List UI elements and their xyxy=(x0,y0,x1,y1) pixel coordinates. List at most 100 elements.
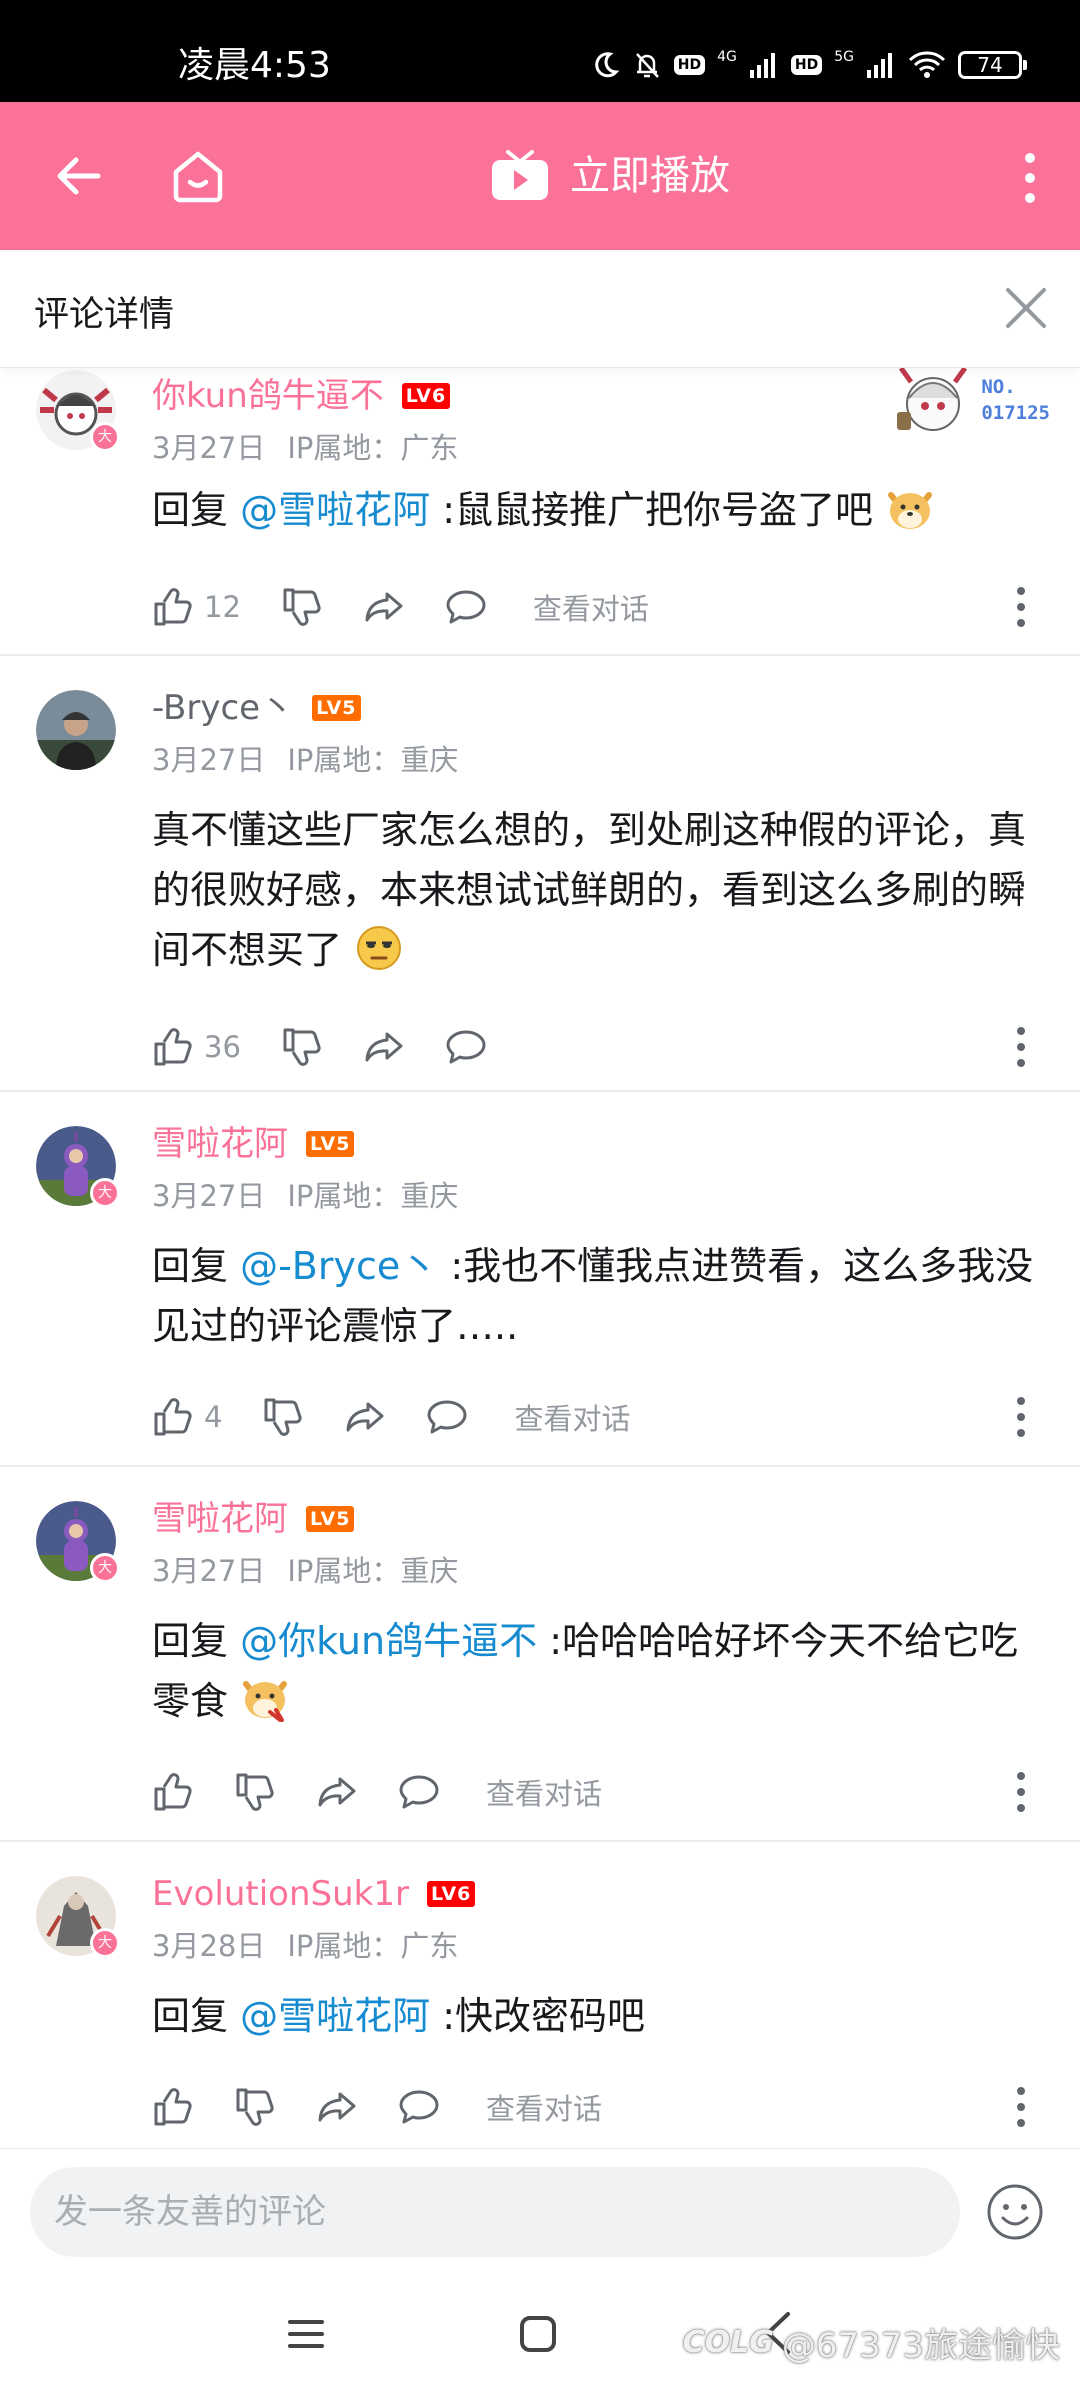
reply-prefix: 回复 xyxy=(152,1994,241,2038)
share-button[interactable] xyxy=(316,2086,358,2128)
reply-prefix: 回复 xyxy=(152,1244,241,1288)
dislike-button[interactable] xyxy=(281,1026,323,1068)
home-icon[interactable] xyxy=(168,146,228,206)
username[interactable]: 你kun鸽牛逼不 xyxy=(152,374,384,418)
watermark-text: @67373旅途愉快 xyxy=(781,2326,1060,2366)
comment-more-icon[interactable] xyxy=(1016,1395,1026,1439)
avatar[interactable]: 大 xyxy=(36,370,120,452)
level-badge: LV6 xyxy=(401,383,451,409)
avatar[interactable]: 大 xyxy=(36,1126,120,1208)
battery-indicator: 74 xyxy=(958,51,1027,79)
dislike-button[interactable] xyxy=(262,1396,304,1438)
level-badge: LV6 xyxy=(426,1881,476,1907)
watermark: COLG @67373旅途愉快 xyxy=(683,2318,1060,2367)
reply-button[interactable] xyxy=(398,1771,440,1813)
like-button[interactable]: 4 xyxy=(152,1396,222,1438)
reply-button[interactable] xyxy=(445,586,487,628)
comment-bubble-icon xyxy=(399,2090,439,2124)
mention-link[interactable]: @雪啦花阿 xyxy=(240,488,430,532)
reply-button[interactable] xyxy=(426,1396,468,1438)
comment-detail-header: 评论详情 xyxy=(0,250,1080,368)
comment-date: 3月27日 xyxy=(152,1554,266,1588)
username[interactable]: 雪啦花阿 xyxy=(152,1497,288,1541)
dislike-button[interactable] xyxy=(281,586,323,628)
comment-actions: 12 查看对话 xyxy=(152,582,1040,632)
avatar[interactable] xyxy=(36,690,116,770)
comment-actions: 36 xyxy=(152,1022,1040,1072)
comment-ip: IP属地：重庆 xyxy=(287,1554,459,1588)
top-bar: 立即播放 xyxy=(0,102,1080,250)
like-count: 4 xyxy=(204,1400,223,1434)
level-badge: LV5 xyxy=(306,1131,355,1157)
vip-badge: 大 xyxy=(90,1178,120,1208)
status-icons: HD 4G HD 5G 74 xyxy=(590,49,1027,80)
reply-button[interactable] xyxy=(445,1026,487,1068)
close-icon[interactable] xyxy=(1002,284,1050,332)
comment-meta: 3月27日 IP属地：广东 xyxy=(152,430,458,466)
mention-link[interactable]: @雪啦花阿 xyxy=(240,1994,430,2038)
page-title: 评论详情 xyxy=(34,295,175,335)
reply-button[interactable] xyxy=(398,2086,440,2128)
comment-meta: 3月27日 IP属地：重庆 xyxy=(152,1178,458,1214)
comment-item: 大 雪啦花阿 LV5 3月27日 IP属地：重庆 回复 @-Bryce丶 :我也不… xyxy=(0,1092,1080,1467)
username-row: -Bryce丶 LV5 xyxy=(152,686,361,730)
hd-badge-2: HD xyxy=(790,55,823,75)
comment-more-icon[interactable] xyxy=(1016,1025,1026,1069)
username[interactable]: -Bryce丶 xyxy=(152,686,294,730)
thumbs-down-icon xyxy=(283,588,321,626)
view-conversation-link[interactable]: 查看对话 xyxy=(533,586,649,628)
more-options-icon[interactable] xyxy=(1020,152,1040,204)
view-conversation-link[interactable]: 查看对话 xyxy=(486,2086,602,2128)
reply-prefix: 回复 xyxy=(152,1619,241,1663)
play-now-button[interactable]: 立即播放 xyxy=(490,148,730,204)
reply-content: :鼠鼠接推广把你号盗了吧 xyxy=(430,488,873,532)
thumbs-up-icon xyxy=(154,1398,192,1436)
like-button[interactable] xyxy=(152,1771,194,1813)
mention-link[interactable]: @-Bryce丶 xyxy=(240,1244,438,1288)
fan-card-badge[interactable]: NO. 017125 xyxy=(893,362,1050,438)
avatar-image xyxy=(36,690,116,770)
network-5g: 5G xyxy=(834,49,854,65)
comment-bubble-icon xyxy=(427,1400,467,1434)
network-4g: 4G xyxy=(717,49,737,65)
avatar[interactable]: 大 xyxy=(36,1876,120,1958)
comment-more-icon[interactable] xyxy=(1016,1770,1026,1814)
recent-apps-icon[interactable] xyxy=(286,2314,326,2354)
comment-date: 3月28日 xyxy=(152,1929,266,1963)
share-button[interactable] xyxy=(344,1396,386,1438)
like-button[interactable]: 12 xyxy=(152,586,241,628)
play-now-label: 立即播放 xyxy=(570,153,730,199)
comment-ip: IP属地：广东 xyxy=(287,431,459,465)
mention-link[interactable]: @你kun鸽牛逼不 xyxy=(240,1619,537,1663)
username[interactable]: 雪啦花阿 xyxy=(152,1122,288,1166)
like-count: 36 xyxy=(204,1030,241,1064)
like-button[interactable]: 36 xyxy=(152,1026,241,1068)
mute-bell-icon xyxy=(635,53,659,78)
comment-input[interactable] xyxy=(30,2167,960,2257)
share-button[interactable] xyxy=(363,1026,405,1068)
vip-badge: 大 xyxy=(90,422,120,452)
dislike-button[interactable] xyxy=(234,2086,276,2128)
comment-more-icon[interactable] xyxy=(1016,585,1026,629)
dislike-button[interactable] xyxy=(234,1771,276,1813)
smirk-emoji-icon xyxy=(357,926,402,970)
emoji-picker-icon[interactable] xyxy=(986,2183,1044,2241)
back-arrow-icon[interactable] xyxy=(50,148,106,204)
comment-ip: IP属地：广东 xyxy=(287,1929,459,1963)
home-nav-icon[interactable] xyxy=(518,2314,558,2354)
view-conversation-link[interactable]: 查看对话 xyxy=(486,1771,602,1813)
like-button[interactable] xyxy=(152,2086,194,2128)
share-button[interactable] xyxy=(316,1771,358,1813)
comment-text: 回复 @你kun鸽牛逼不 :哈哈哈哈好坏今天不给它吃零食 xyxy=(152,1611,1040,1731)
comment-more-icon[interactable] xyxy=(1016,2085,1026,2129)
username-row: 你kun鸽牛逼不 LV6 xyxy=(152,374,451,418)
avatar[interactable]: 大 xyxy=(36,1501,120,1583)
comment-actions: 4 查看对话 xyxy=(152,1392,1040,1442)
share-button[interactable] xyxy=(363,586,405,628)
view-conversation-link[interactable]: 查看对话 xyxy=(514,1396,630,1438)
comment-item: 大 雪啦花阿 LV5 3月27日 IP属地：重庆 回复 @你kun鸽牛逼不 :哈哈… xyxy=(0,1467,1080,1842)
username[interactable]: EvolutionSuk1r xyxy=(152,1872,409,1916)
share-icon xyxy=(365,592,403,622)
thumbs-down-icon xyxy=(283,1028,321,1066)
comment-meta: 3月27日 IP属地：重庆 xyxy=(152,742,458,778)
